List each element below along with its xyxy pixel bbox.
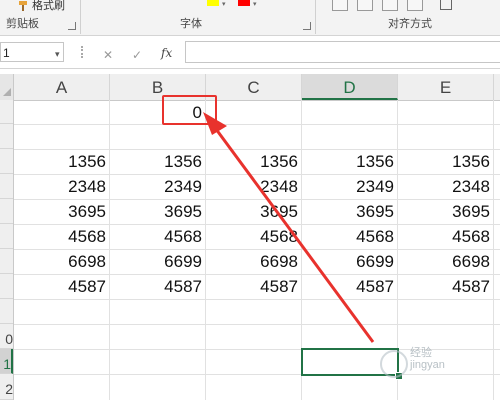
watermark-line-1: 经验 [410, 347, 432, 359]
watermark-logo [380, 350, 408, 378]
annotation-arrow-line [211, 124, 375, 343]
annotation-arrow [203, 112, 375, 343]
annotation-arrow-head [203, 112, 227, 135]
watermark-text: 经验 jingyan [410, 347, 445, 371]
watermark-line-2: jingyan [410, 359, 445, 371]
